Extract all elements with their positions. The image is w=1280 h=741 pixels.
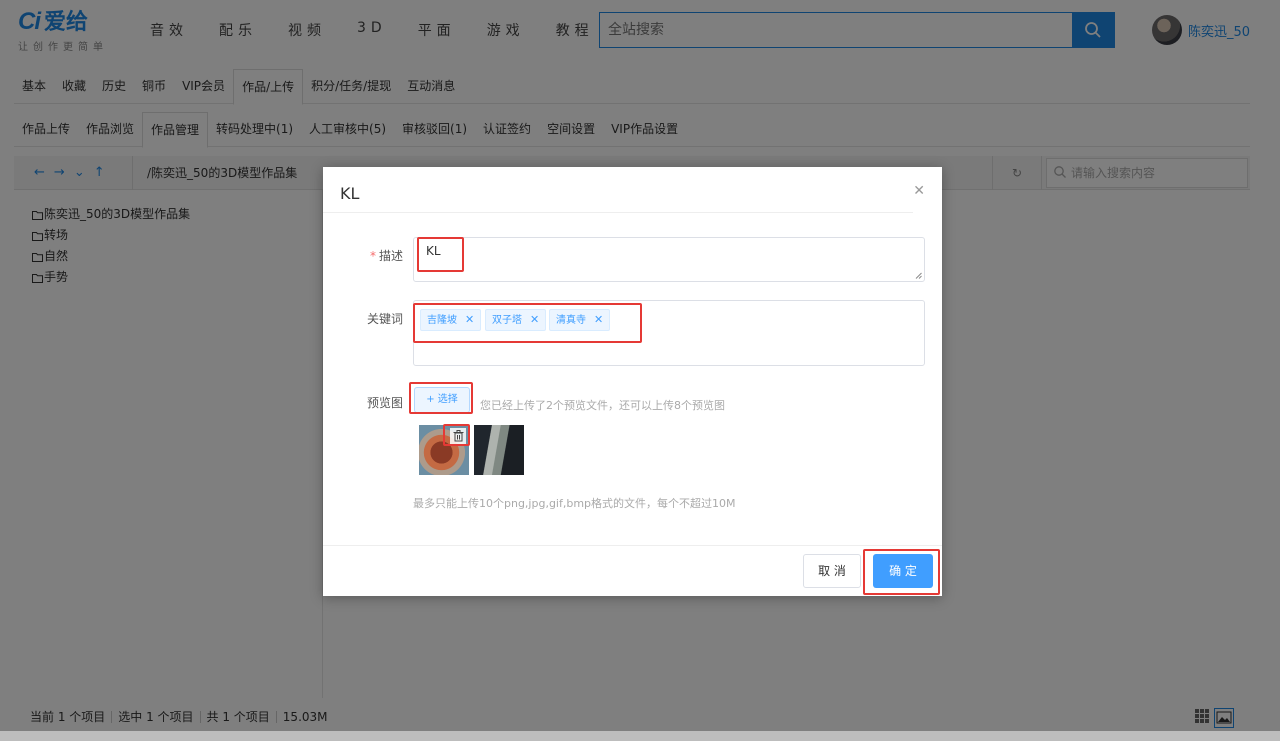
bottom-strip [0,731,1280,741]
keyword-tag: 双子塔 ✕ [485,309,547,331]
required-mark: * [369,249,376,263]
keywords-input[interactable]: 吉隆坡 ✕ 双子塔 ✕ 清真寺 ✕ [413,300,925,366]
description-value: KL [426,244,441,258]
divider [323,212,913,213]
divider [323,545,942,546]
keyword-tag-label: 清真寺 [556,315,586,326]
dialog-title: KL [340,184,360,203]
tag-close-icon[interactable]: ✕ [465,313,474,326]
choose-preview-button[interactable]: + 选择 [414,387,470,413]
keyword-tag: 吉隆坡 ✕ [420,309,482,331]
tag-close-icon[interactable]: ✕ [530,313,539,326]
keyword-tag: 清真寺 ✕ [549,309,611,331]
cancel-button[interactable]: 取 消 [803,554,861,588]
description-label: * 描述 [323,247,403,264]
tag-close-icon[interactable]: ✕ [594,313,603,326]
upload-limit-tip: 最多只能上传10个png,jpg,gif,bmp格式的文件，每个不超过10M [413,497,736,510]
description-label-text: 描述 [378,249,403,263]
edit-work-dialog: KL ✕ * 描述 KL 关键词 吉隆坡 ✕ 双子塔 ✕ 清真寺 ✕ 预览图 + 选择 … [323,167,942,596]
keyword-tag-label: 吉隆坡 [427,315,457,326]
description-textarea[interactable]: KL [413,237,925,282]
preview-thumbnail[interactable] [474,425,524,475]
close-icon[interactable]: ✕ [913,183,925,199]
confirm-button[interactable]: 确 定 [873,554,933,588]
resize-handle-icon[interactable] [915,272,922,279]
trash-icon[interactable] [450,428,466,444]
preview-label: 预览图 [366,396,403,410]
upload-tip: 您已经上传了2个预览文件，还可以上传8个预览图 [480,399,725,412]
keywords-label: 关键词 [366,312,403,326]
keyword-tag-label: 双子塔 [492,315,522,326]
